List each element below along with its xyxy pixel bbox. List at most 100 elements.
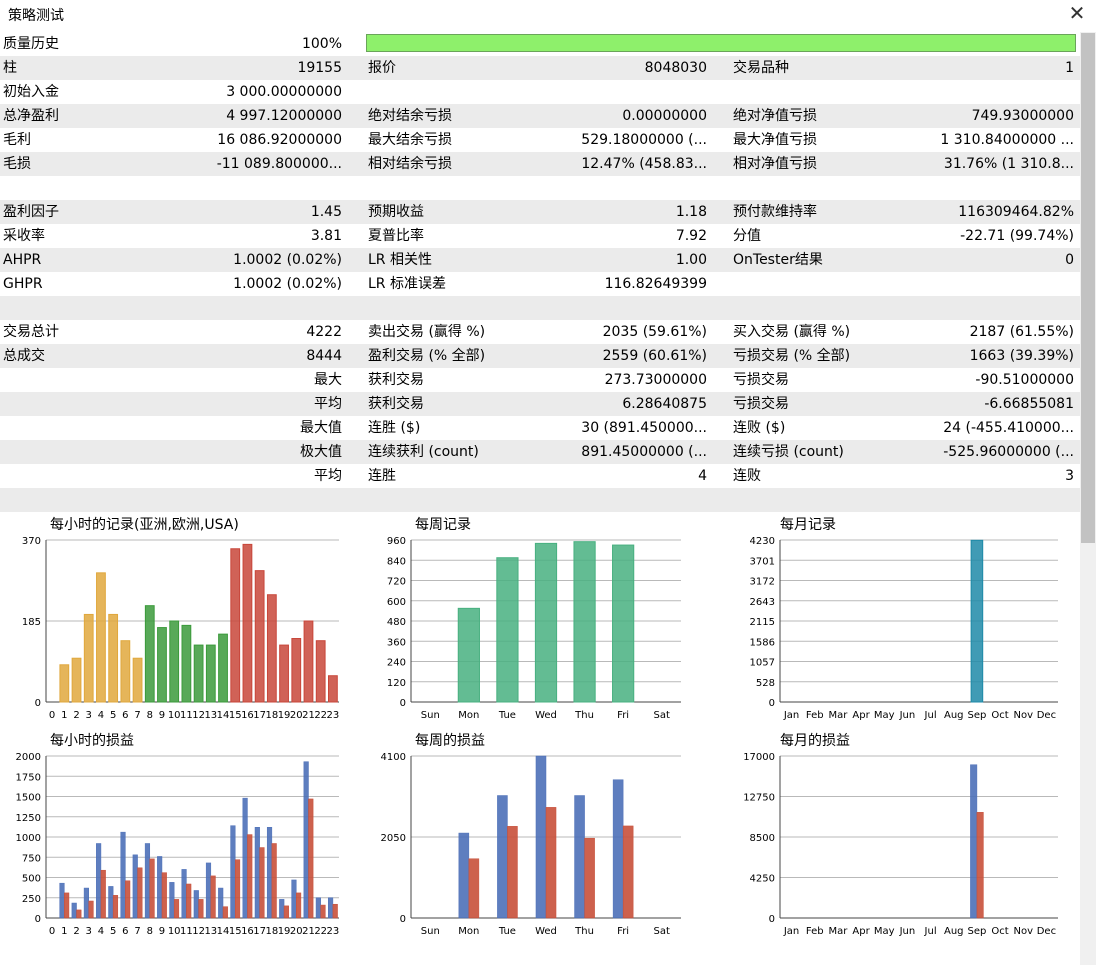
loss-bar <box>320 904 326 919</box>
bar <box>71 657 82 703</box>
x-tick-label: 16 <box>241 926 254 937</box>
x-tick-label: Mar <box>828 926 848 937</box>
x-tick-label: 22 <box>314 926 327 937</box>
metric-value: 8444 <box>306 348 342 364</box>
x-tick-label: Sat <box>654 926 670 937</box>
bar <box>193 644 204 703</box>
chart-svg: 4100 2050 0 Sun Mon Tue Wed Thu Fri Sat <box>381 752 681 937</box>
y-tick-label: 2000 <box>16 752 41 763</box>
y-tick-label: 17000 <box>743 752 775 763</box>
metric-value: 7.92 <box>675 228 707 244</box>
y-tick-label: 960 <box>387 536 406 547</box>
x-tick-label: 22 <box>314 710 327 721</box>
loss-bar <box>308 798 314 919</box>
metric-value: 529.18000000 (... <box>581 132 707 148</box>
chart: 每小时的记录(亚洲,欧洲,USA) 370 185 0 0 1 2 3 4 5 6 7 8 9 10 11 12… <box>0 510 350 726</box>
close-icon[interactable]: ✕ <box>1066 2 1088 26</box>
bar <box>291 638 302 703</box>
report-row: 交易总计 4222 卖出交易 (赢得 %) 2035 (59.61%) 买入交易 (赢得… <box>0 320 1080 344</box>
y-tick-label: 750 <box>22 853 41 864</box>
x-tick-label: Jun <box>899 926 916 937</box>
metric-value: 116.82649399 <box>604 276 707 292</box>
x-tick-label: 6 <box>122 710 128 721</box>
metric-value: 30 (891.450000... <box>581 420 707 436</box>
x-tick-label: Mon <box>458 926 479 937</box>
metric-value: -90.51000000 <box>975 372 1074 388</box>
x-tick-label: 2 <box>73 926 79 937</box>
x-tick-label: 3 <box>86 926 92 937</box>
metric-value: 2187 (61.55%) <box>969 324 1074 340</box>
metric-value: 极大值 <box>300 444 342 460</box>
x-tick-label: May <box>874 926 895 937</box>
y-tick-label: 4250 <box>750 874 775 885</box>
x-tick-label: 14 <box>217 926 230 937</box>
x-tick-label: 0 <box>49 926 55 937</box>
bar <box>457 607 480 703</box>
y-tick-label: 0 <box>769 914 775 925</box>
bar <box>612 544 635 703</box>
x-tick-label: Mar <box>828 710 848 721</box>
metric-value: -6.66855081 <box>984 396 1074 412</box>
loss-bar <box>296 892 302 919</box>
profit-bar <box>303 761 309 919</box>
loss-bar <box>125 880 131 919</box>
bar <box>254 570 265 703</box>
metric-value <box>820 80 1074 104</box>
profit-bar <box>193 890 199 919</box>
y-tick-label: 360 <box>387 637 406 648</box>
x-tick-label: Wed <box>535 710 557 721</box>
x-tick-label: 15 <box>229 710 242 721</box>
chart-svg: 2000175015001250100075050025000 1 2 3 4 5 6 7 8 9… <box>16 752 340 937</box>
scrollbar-thumb[interactable] <box>1081 33 1095 543</box>
x-tick-label: 6 <box>122 926 128 937</box>
x-tick-label: 16 <box>241 710 254 721</box>
x-tick-label: Sep <box>967 710 986 721</box>
x-tick-label: 10 <box>168 926 181 937</box>
x-tick-label: 0 <box>49 710 55 721</box>
profit-bar <box>535 755 547 919</box>
metric-value: 0 <box>1065 252 1074 268</box>
x-tick-label: 12 <box>192 926 205 937</box>
y-tick-label: 528 <box>756 678 775 689</box>
profit-bar <box>230 825 236 919</box>
loss-bar <box>234 859 241 919</box>
x-tick-label: Jun <box>899 710 916 721</box>
x-tick-label: 1 <box>61 710 67 721</box>
y-tick-label: 0 <box>400 698 406 709</box>
x-tick-label: 13 <box>204 926 217 937</box>
y-tick-label: 1750 <box>16 772 41 783</box>
report-row: 最大 获利交易 273.73000000 亏损交易 -90.51000000 <box>0 368 1080 392</box>
loss-bar <box>584 837 595 919</box>
x-tick-label: Thu <box>574 926 594 937</box>
x-tick-label: 13 <box>204 710 217 721</box>
quality-row: 质量历史 100% <box>0 32 1080 56</box>
metric-value: 2559 (60.61%) <box>602 348 707 364</box>
x-tick-label: 14 <box>217 710 230 721</box>
x-tick-label: Sat <box>654 710 670 721</box>
y-tick-label: 2115 <box>750 617 775 628</box>
x-tick-label: 11 <box>180 926 193 937</box>
x-tick-label: Jan <box>783 926 799 937</box>
loss-bar <box>332 903 338 919</box>
x-tick-label: 7 <box>134 926 140 937</box>
chart: 每小时的损益 2000 1750 1500 1250 1000 750 500 250 0 0 1 2 3… <box>0 726 350 942</box>
profit-bar <box>144 843 151 919</box>
x-tick-label: 20 <box>290 926 303 937</box>
loss-bar <box>468 858 480 919</box>
metric-value: 3.81 <box>310 228 342 244</box>
report-row: AHPR 1.0002 (0.02%) LR 相关性 1.00 OnTester结果 0 <box>0 248 1080 272</box>
report-row: 总成交 8444 盈利交易 (% 全部) 2559 (60.61%) 亏损交易 (% 全… <box>0 344 1080 368</box>
x-tick-label: Fri <box>617 710 629 721</box>
x-tick-label: Aug <box>944 710 964 721</box>
report-row: 毛利 16 086.92000000 最大结余亏损 529.18000000 (...… <box>0 128 1080 152</box>
metric-value: 4222 <box>306 324 342 340</box>
x-tick-label: 19 <box>278 926 291 937</box>
profit-bar <box>291 879 297 919</box>
profit-bar <box>132 854 138 919</box>
metric-value <box>470 176 707 200</box>
report-row: 平均 获利交易 6.28640875 亏损交易 -6.66855081 <box>0 392 1080 416</box>
x-tick-label: 17 <box>253 710 266 721</box>
bar <box>144 605 155 703</box>
report-row: 柱 19155 报价 8048030 交易品种 1 <box>0 56 1080 80</box>
x-tick-label: 9 <box>159 710 165 721</box>
